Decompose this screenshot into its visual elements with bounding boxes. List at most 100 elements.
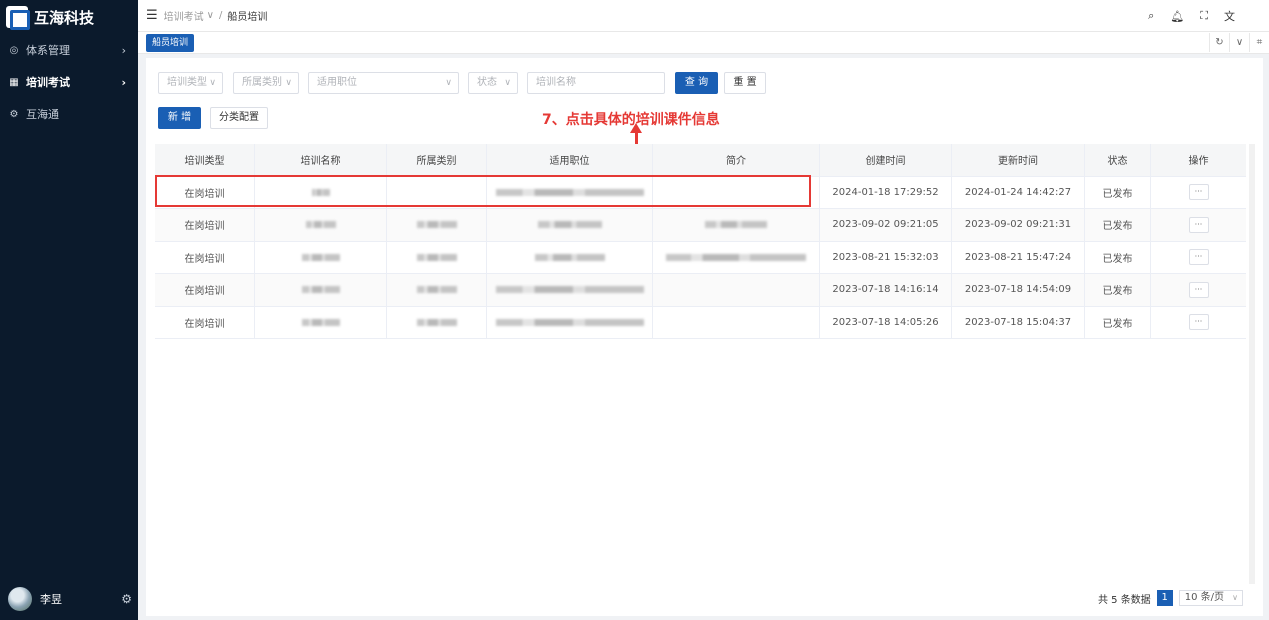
refresh-icon[interactable]: ↻ [1209, 33, 1229, 52]
cell-position-redacted [487, 274, 653, 306]
more-button[interactable]: ··· [1188, 216, 1209, 233]
breadcrumb-separator: / [218, 10, 223, 21]
cell-name-redacted [255, 209, 387, 241]
cell-updated: 2024-01-24 14:42:27 [952, 176, 1085, 208]
add-button[interactable]: 新 增 [158, 107, 201, 129]
search-button[interactable]: 查 询 [675, 72, 718, 94]
more-button[interactable]: ··· [1188, 314, 1209, 331]
user-profile[interactable]: 李昱 ⚙ [8, 586, 132, 612]
grid-icon: ▦ [9, 76, 19, 88]
column-header: 培训类型 [155, 144, 255, 176]
menu-toggle-icon[interactable]: ☰ [146, 8, 158, 23]
settings-icon[interactable]: ⚙ [121, 592, 132, 606]
cell-name-redacted [255, 306, 387, 338]
cell-actions: ··· [1151, 209, 1246, 241]
cell-updated: 2023-09-02 09:21:31 [952, 209, 1085, 241]
sidebar-item-label: 互海通 [26, 108, 59, 121]
sms-icon: ◎ [9, 44, 19, 56]
cell-created: 2023-07-18 14:05:26 [820, 306, 952, 338]
top-bar: ☰ 培训考试 ∨ / 船员培训 ⌕ 🔔︎ ⛶ 文 [138, 0, 1269, 32]
category-placeholder: 所属类别 [242, 77, 282, 88]
tab-crew-training[interactable]: 船员培训 [146, 34, 195, 52]
cell-updated: 2023-07-18 15:04:37 [952, 306, 1085, 338]
breadcrumb-current: 船员培训 [227, 12, 268, 23]
total-count: 共 5 条数据 [1097, 594, 1151, 606]
training-name-input[interactable]: 培训名称 [527, 72, 665, 94]
cell-actions: ··· [1151, 307, 1246, 339]
cell-status: 已发布 [1085, 209, 1151, 241]
training-type-select[interactable]: 培训类型 ∨ [158, 72, 223, 94]
cell-position-redacted [487, 176, 653, 208]
table-row[interactable]: 在岗培训 2024-01-18 17:29:52 2024-01-24 14:4… [155, 176, 1246, 209]
logo[interactable]: 互海科技 [0, 0, 138, 34]
table-row[interactable]: 在岗培训 2023-07-18 14:05:26 2023-07-18 15:0… [155, 306, 1246, 339]
cell-updated: 2023-08-21 15:47:24 [952, 241, 1085, 273]
cell-actions: ··· [1151, 274, 1246, 306]
sidebar-item-system-management[interactable]: ◎ 体系管理 › [0, 34, 138, 66]
cell-status: 已发布 [1085, 241, 1151, 273]
column-header: 更新时间 [952, 144, 1085, 176]
translate-icon[interactable]: 文 [1224, 8, 1235, 24]
position-placeholder: 适用职位 [317, 77, 357, 88]
page-button[interactable]: 1 [1156, 590, 1173, 606]
cell-type: 在岗培训 [155, 306, 255, 338]
column-header: 培训名称 [255, 144, 387, 176]
training-table: 培训类型 培训名称 所属类别 适用职位 简介 创建时间 更新时间 状态 操作 在… [155, 144, 1246, 339]
cell-type: 在岗培训 [155, 209, 255, 241]
column-header: 状态 [1085, 144, 1151, 176]
position-select[interactable]: 适用职位 ∨ [308, 72, 459, 94]
cell-actions: ··· [1151, 242, 1246, 274]
sidebar-item-label: 培训考试 [26, 76, 70, 89]
column-header: 简介 [653, 144, 820, 176]
breadcrumb-item[interactable]: 培训考试 [164, 8, 204, 23]
cell-category-redacted [387, 274, 487, 306]
fullscreen-icon[interactable]: ⛶ [1200, 9, 1208, 23]
category-config-button[interactable]: 分类配置 [210, 107, 268, 129]
search-icon[interactable]: ⌕ [1148, 9, 1154, 23]
cell-status: 已发布 [1085, 176, 1151, 208]
scrollbar[interactable] [1249, 144, 1255, 584]
pagination: 共 5 条数据 1 10 条/页 ∨ [1098, 590, 1243, 606]
more-button[interactable]: ··· [1188, 281, 1209, 298]
cell-category-redacted [387, 241, 487, 273]
logo-text: 互海科技 [34, 8, 95, 27]
main-content: 培训类型 ∨ 所属类别 ∨ 适用职位 ∨ 状态 ∨ 培训名称 查 询 重 置 新… [146, 58, 1263, 616]
table-header: 培训类型 培训名称 所属类别 适用职位 简介 创建时间 更新时间 状态 操作 [155, 144, 1246, 177]
cell-name-redacted [255, 241, 387, 273]
cell-updated: 2023-07-18 14:54:09 [952, 274, 1085, 306]
cell-status: 已发布 [1085, 274, 1151, 306]
cell-created: 2023-08-21 15:32:03 [820, 241, 952, 273]
cell-intro [653, 306, 820, 338]
cell-status: 已发布 [1085, 306, 1151, 338]
cell-created: 2024-01-18 17:29:52 [820, 176, 952, 208]
cell-intro [653, 274, 820, 306]
category-select[interactable]: 所属类别 ∨ [233, 72, 299, 94]
sidebar-item-huhaitong[interactable]: ⚙ 互海通 [0, 98, 138, 130]
chevron-down-icon[interactable]: ∨ [1229, 33, 1249, 52]
column-header: 适用职位 [487, 144, 653, 176]
tab-bar: 船员培训 ↻ ∨ ⌗ [138, 32, 1269, 54]
cell-category [387, 176, 487, 208]
cell-name-redacted [255, 274, 387, 306]
tab-tools: ↻ ∨ ⌗ [1209, 33, 1269, 52]
reset-button[interactable]: 重 置 [724, 72, 766, 94]
more-button[interactable]: ··· [1188, 249, 1209, 266]
page-size-select[interactable]: 10 条/页 ∨ [1178, 590, 1243, 606]
chevron-right-icon: › [121, 75, 126, 89]
bell-icon[interactable]: 🔔︎ [1170, 10, 1184, 23]
avatar[interactable] [8, 587, 32, 611]
chevron-down-icon: ∨ [209, 78, 216, 88]
status-select[interactable]: 状态 ∨ [468, 72, 518, 94]
cell-category-redacted [387, 209, 487, 241]
chevron-down-icon: ∨ [445, 78, 452, 88]
page-size-value: 10 条/页 [1184, 592, 1224, 603]
status-placeholder: 状态 [477, 77, 497, 88]
cell-created: 2023-07-18 14:16:14 [820, 274, 952, 306]
maximize-icon[interactable]: ⌗ [1249, 33, 1269, 52]
table-row[interactable]: 在岗培训 2023-07-18 14:16:14 2023-07-18 14:5… [155, 274, 1246, 307]
more-button[interactable]: ··· [1188, 184, 1209, 201]
sidebar-item-training-exam[interactable]: ▦ 培训考试 › [0, 66, 138, 98]
cell-intro [653, 176, 820, 208]
table-row[interactable]: 在岗培训 2023-08-21 15:32:03 2023-08-21 15:4… [155, 241, 1246, 274]
table-row[interactable]: 在岗培训 2023-09-02 09:21:05 2023-09-02 09:2… [155, 209, 1246, 242]
